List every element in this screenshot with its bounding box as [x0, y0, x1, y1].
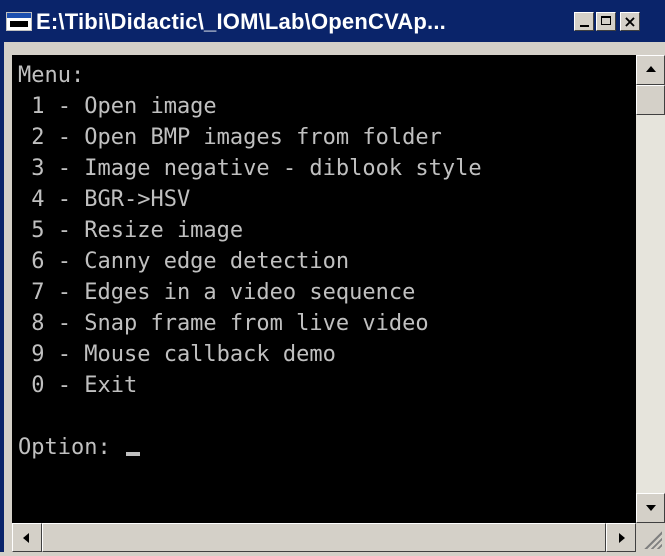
text-cursor [125, 452, 140, 456]
console-app-icon[interactable] [6, 12, 32, 31]
menu-header: Menu: [18, 63, 85, 88]
title-bar[interactable]: E:\Tibi\Didactic\_IOM\Lab\OpenCVAp... × [0, 0, 665, 42]
window-frame-left [0, 42, 12, 556]
arrow-right-icon [619, 533, 625, 543]
horizontal-scrollbar[interactable] [12, 523, 636, 552]
menu-item: 3 - Image negative - diblook style [18, 156, 482, 181]
menu-item: 6 - Canny edge detection [18, 249, 350, 274]
scroll-left-button[interactable] [12, 523, 42, 552]
close-button[interactable]: × [620, 12, 640, 31]
menu-item: 8 - Snap frame from live video [18, 311, 429, 336]
console-output[interactable]: Menu: 1 - Open image 2 - Open BMP images… [12, 55, 636, 523]
window-frame-bottom [0, 552, 636, 556]
arrow-left-icon [23, 533, 29, 543]
menu-item: 2 - Open BMP images from folder [18, 125, 442, 150]
menu-item: 1 - Open image [18, 94, 217, 119]
menu-item: 5 - Resize image [18, 218, 244, 243]
menu-item: 0 - Exit [18, 373, 138, 398]
scroll-down-button[interactable] [636, 493, 665, 523]
arrow-up-icon [646, 66, 656, 72]
menu-item: 4 - BGR->HSV [18, 187, 191, 212]
vertical-scroll-thumb[interactable] [636, 85, 665, 115]
menu-item: 9 - Mouse callback demo [18, 342, 336, 367]
console-window: E:\Tibi\Didactic\_IOM\Lab\OpenCVAp... × … [0, 0, 665, 556]
maximize-icon [601, 16, 611, 25]
size-grip[interactable] [636, 523, 665, 556]
scroll-right-button[interactable] [606, 523, 636, 552]
window-frame-top [0, 42, 665, 55]
minimize-icon [580, 25, 589, 27]
window-title: E:\Tibi\Didactic\_IOM\Lab\OpenCVAp... [36, 9, 446, 34]
minimize-button[interactable] [574, 12, 594, 31]
resize-grip-icon [640, 527, 662, 549]
option-prompt-line[interactable]: Option: [18, 432, 482, 463]
close-icon: × [623, 12, 637, 31]
arrow-down-icon [646, 505, 656, 511]
maximize-button[interactable] [596, 12, 616, 31]
horizontal-scroll-thumb[interactable] [42, 523, 606, 552]
menu-item: 7 - Edges in a video sequence [18, 280, 416, 305]
option-prompt: Option: [18, 435, 124, 460]
vertical-scrollbar[interactable] [636, 55, 665, 523]
scroll-up-button[interactable] [636, 55, 665, 85]
